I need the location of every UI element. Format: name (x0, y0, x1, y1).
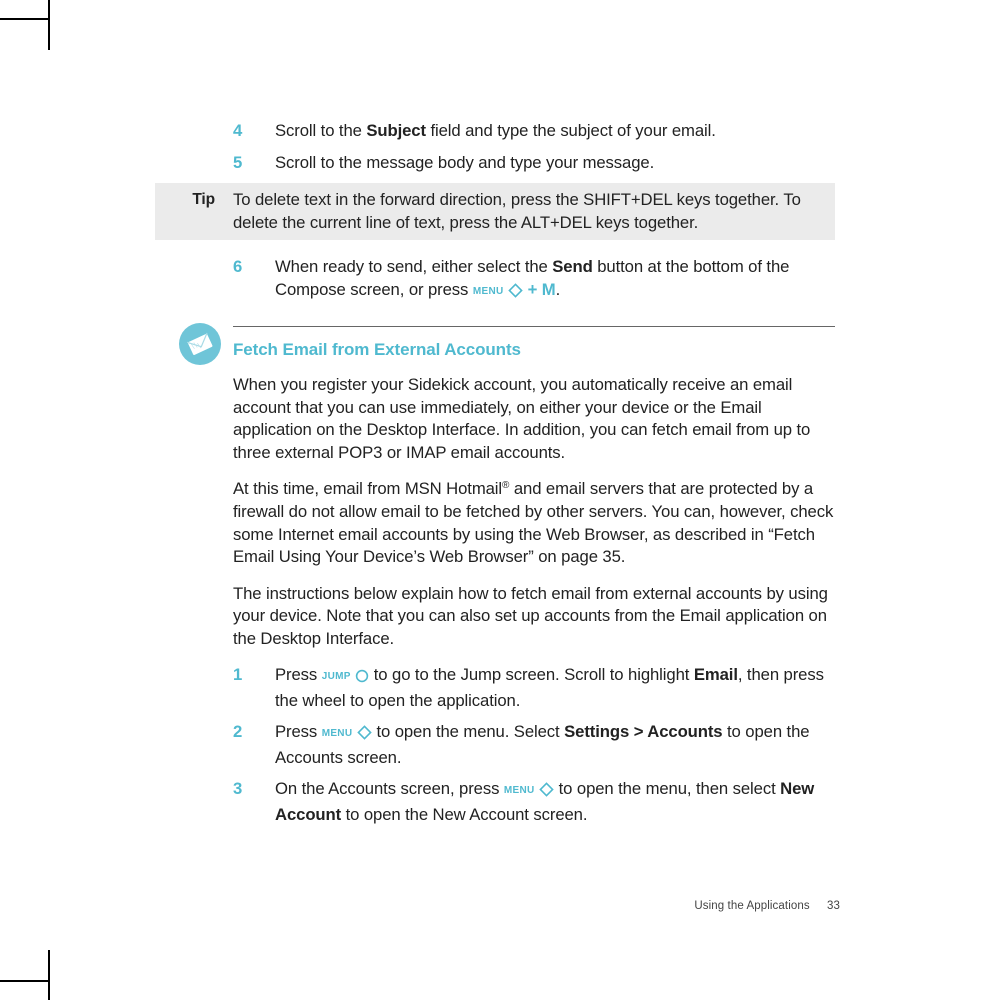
bold: Subject (366, 121, 426, 140)
section-heading: Fetch Email from External Accounts (233, 339, 835, 362)
page-footer: Using the Applications 33 (235, 900, 840, 912)
tip-text: To delete text in the forward direction,… (233, 189, 835, 234)
tip-label: Tip (155, 189, 233, 211)
step-body: When ready to send, either select the Se… (275, 256, 835, 304)
diamond-icon (357, 724, 372, 747)
plus: + (528, 280, 542, 299)
step-number: 4 (233, 120, 275, 143)
text: Scroll to the (275, 121, 366, 140)
text: to open the menu. Select (372, 722, 564, 741)
diamond-icon (508, 282, 523, 305)
diamond-icon (539, 781, 554, 804)
menu-label: MENU (473, 286, 504, 297)
menu-label: MENU (322, 728, 353, 739)
dot: . (556, 280, 561, 299)
circle-icon (355, 667, 369, 690)
text: At this time, email from MSN Hotmail (233, 479, 502, 498)
crop-mark (0, 980, 50, 982)
m-key: M (542, 280, 556, 299)
step-2: 2 Press MENU to open the menu. Select Se… (233, 721, 835, 769)
page-content: 4 Scroll to the Subject field and type t… (155, 120, 835, 836)
bold: Settings > Accounts (564, 722, 722, 741)
step-number: 1 (233, 664, 275, 712)
text: Press (275, 722, 322, 741)
bold: Send (552, 257, 592, 276)
text: field and type the subject of your email… (426, 121, 716, 140)
crop-mark (0, 18, 50, 20)
text: to open the New Account screen. (341, 805, 587, 824)
step-body: Press JUMP to go to the Jump screen. Scr… (275, 664, 835, 712)
paragraph: When you register your Sidekick account,… (233, 374, 835, 464)
text: On the Accounts screen, press (275, 779, 504, 798)
paragraph: The instructions below explain how to fe… (233, 583, 835, 651)
section-rule (233, 326, 835, 327)
email-icon (179, 323, 221, 365)
step-6: 6 When ready to send, either select the … (233, 256, 835, 304)
footer-section: Using the Applications (694, 900, 809, 912)
step-5: 5 Scroll to the message body and type yo… (233, 152, 835, 175)
step-number: 5 (233, 152, 275, 175)
step-1: 1 Press JUMP to go to the Jump screen. S… (233, 664, 835, 712)
step-body: Press MENU to open the menu. Select Sett… (275, 721, 835, 769)
step-number: 2 (233, 721, 275, 769)
text: When ready to send, either select the (275, 257, 552, 276)
step-body: On the Accounts screen, press MENU to op… (275, 778, 835, 826)
bold: Email (694, 665, 738, 684)
text: Press (275, 665, 322, 684)
crop-mark (48, 0, 50, 50)
text: to open the menu, then select (554, 779, 780, 798)
step-number: 6 (233, 256, 275, 304)
step-body: Scroll to the Subject field and type the… (275, 120, 835, 143)
step-3: 3 On the Accounts screen, press MENU to … (233, 778, 835, 826)
step-number: 3 (233, 778, 275, 826)
paragraph: At this time, email from MSN Hotmail® an… (233, 478, 835, 568)
step-body: Scroll to the message body and type your… (275, 152, 835, 175)
page-number: 33 (827, 900, 840, 912)
text: Scroll to the message body and type your… (275, 153, 654, 172)
crop-mark (48, 950, 50, 1000)
tip-box: Tip To delete text in the forward direct… (155, 183, 835, 240)
step-4: 4 Scroll to the Subject field and type t… (233, 120, 835, 143)
menu-label: MENU (504, 785, 535, 796)
fetch-email-section: Fetch Email from External Accounts When … (233, 326, 835, 826)
jump-label: JUMP (322, 671, 351, 682)
text: to go to the Jump screen. Scroll to high… (369, 665, 694, 684)
